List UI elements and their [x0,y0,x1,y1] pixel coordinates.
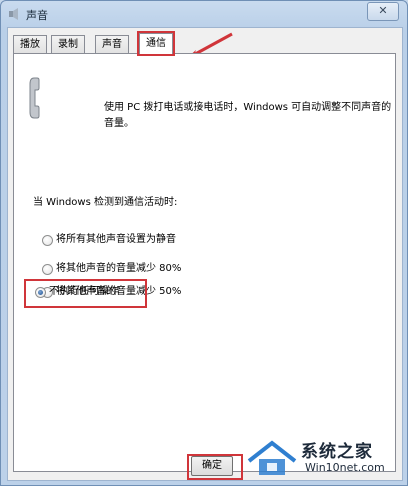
radio-button-selected[interactable] [35,287,46,298]
ok-button[interactable]: 确定 [191,456,233,476]
radio-button[interactable] [42,235,53,246]
title-bar: 声音 ✕ [1,1,407,27]
option-label: 不执行任何操作 [49,286,119,297]
section-label: 当 Windows 检测到通信活动时: [33,197,178,208]
tab-playback[interactable]: 播放 [13,35,47,53]
tab-sounds[interactable]: 声音 [95,35,129,53]
telephone-handset-icon [29,77,40,119]
window-title: 声音 [26,9,48,22]
tab-recording[interactable]: 录制 [51,35,85,53]
tab-communications[interactable]: 通信 [137,31,175,56]
close-button[interactable]: ✕ [367,2,399,21]
radio-button[interactable] [42,264,53,275]
sound-dialog: 声音 ✕ 播放 录制 声音 通信 使用 PC 拨打电话或接电话时，Windows… [0,0,408,486]
option-label: 将所有其他声音设置为静音 [56,234,176,245]
option-label: 将其他声音的音量减少 80% [56,263,182,274]
communications-panel: 使用 PC 拨打电话或接电话时，Windows 可自动调整不同声音的音量。 当 … [13,53,396,472]
speaker-icon [9,8,18,20]
dialog-client-area: 播放 录制 声音 通信 使用 PC 拨打电话或接电话时，Windows 可自动调… [7,27,403,481]
watermark-logo: 系统之家 Win10net.com [245,435,405,479]
house-logo-icon [247,440,297,475]
watermark-url: Win10net.com [305,461,385,474]
watermark-title: 系统之家 [301,442,373,462]
description-text: 使用 PC 拨打电话或接电话时，Windows 可自动调整不同声音的音量。 [104,102,392,129]
